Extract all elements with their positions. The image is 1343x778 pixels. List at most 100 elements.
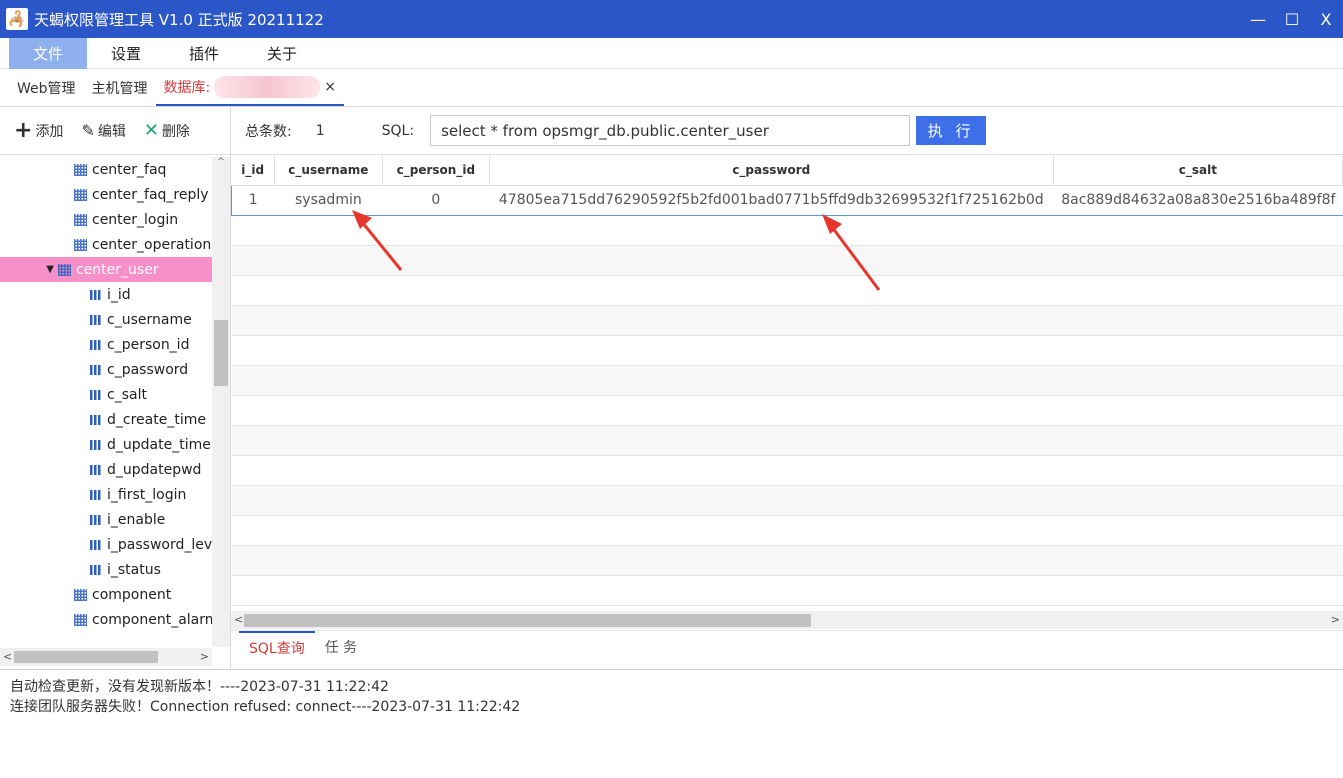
table-cell[interactable]: 1 (231, 184, 275, 216)
sql-label: SQL: (381, 122, 415, 139)
tree-table-node[interactable]: center_faq_reply (0, 182, 212, 207)
tree-column-node[interactable]: c_username (0, 307, 212, 332)
tab-host-management[interactable]: 主机管理 (84, 70, 156, 106)
menu-bar: 文件 设置 插件 关于 (0, 37, 1343, 69)
menu-plugins[interactable]: 插件 (165, 38, 243, 69)
scrollbar-thumb[interactable] (214, 320, 228, 386)
menu-file[interactable]: 文件 (9, 37, 88, 69)
result-table: i_id c_username c_person_id c_password c… (231, 156, 1343, 606)
delete-button[interactable]: ✕ 删除 (144, 120, 190, 141)
table-cell[interactable]: 0 (382, 184, 490, 216)
sql-input[interactable] (430, 115, 911, 146)
table-cell[interactable]: 47805ea715dd76290592f5b2fd001bad0771b5ff… (489, 184, 1054, 216)
menu-settings[interactable]: 设置 (87, 38, 165, 69)
tree-column-node[interactable]: c_password (0, 357, 212, 382)
tree-column-node[interactable]: i_status (0, 557, 212, 582)
scroll-up-arrow-icon[interactable]: ^ (212, 157, 230, 171)
redacted-database-name (214, 76, 321, 98)
close-tab-icon[interactable]: × (324, 79, 336, 95)
tree-table-node-selected[interactable]: ▼ center_user (0, 257, 212, 282)
column-header[interactable]: c_password (489, 156, 1054, 186)
minimize-button[interactable]: — (1241, 0, 1275, 38)
object-explorer: + 添加 ✎ 编辑 ✕ 删除 center_faq center_faq_rep… (0, 107, 231, 669)
grid-horizontal-scrollbar[interactable]: < > (231, 611, 1343, 629)
column-icon (90, 389, 101, 400)
tree-node-label: center_login (92, 211, 179, 228)
table-icon (74, 613, 87, 626)
edit-button[interactable]: ✎ 编辑 (81, 121, 125, 141)
add-button[interactable]: + 添加 (14, 118, 63, 143)
tree-column-node[interactable]: d_create_time (0, 407, 212, 432)
close-window-button[interactable]: X (1309, 0, 1343, 38)
table-icon (74, 588, 87, 601)
tab-sql-query[interactable]: SQL查询 (239, 631, 315, 663)
column-icon (90, 364, 101, 375)
maximize-button[interactable]: ☐ (1275, 0, 1309, 38)
tree-node-label: i_first_login (107, 486, 187, 503)
table-header-row: i_id c_username c_person_id c_password c… (231, 156, 1343, 186)
tree-column-node[interactable]: i_password_level (0, 532, 212, 557)
add-label: 添加 (35, 123, 64, 140)
table-row-empty (231, 485, 1343, 516)
table-icon (74, 238, 87, 251)
scroll-left-arrow-icon[interactable]: < (3, 650, 12, 663)
tree-column-node[interactable]: i_id (0, 282, 212, 307)
tree-column-node[interactable]: i_enable (0, 507, 212, 532)
column-header[interactable]: c_person_id (382, 156, 490, 186)
tab-web-management[interactable]: Web管理 (9, 70, 84, 106)
scorpion-logo-icon: 🦂 (6, 8, 28, 30)
scrollbar-thumb[interactable] (244, 614, 811, 627)
db-tree: center_faq center_faq_reply center_login… (0, 157, 212, 647)
column-icon (90, 339, 101, 350)
tree-table-node[interactable]: component_alarm (0, 607, 212, 632)
scroll-right-arrow-icon[interactable]: > (1331, 613, 1340, 626)
table-cell[interactable]: sysadmin (274, 184, 383, 216)
scroll-right-arrow-icon[interactable]: > (200, 650, 209, 663)
column-icon (90, 439, 101, 450)
total-count-value: 1 (315, 122, 325, 139)
tree-vertical-scrollbar[interactable]: ^ (212, 157, 230, 647)
tree-node-label: d_update_time (107, 436, 211, 453)
query-panel: 总条数: 1 SQL: 执 行 i_id c_username c_person… (231, 107, 1343, 669)
total-count-label: 总条数: (245, 123, 292, 140)
column-icon (90, 464, 101, 475)
tree-column-node[interactable]: i_first_login (0, 482, 212, 507)
tree-column-node[interactable]: c_salt (0, 382, 212, 407)
table-row-empty (231, 515, 1343, 546)
expand-arrow-icon[interactable]: ▼ (2, 264, 58, 275)
bottom-tabs: SQL查询 任 务 (231, 630, 1343, 668)
tree-node-label: i_status (107, 561, 161, 578)
tree-table-node[interactable]: center_operation (0, 232, 212, 257)
column-header[interactable]: c_salt (1053, 156, 1343, 186)
main-tabs: Web管理 主机管理 数据库: × (0, 69, 1343, 107)
table-icon (74, 163, 87, 176)
table-row-empty (231, 425, 1343, 456)
scroll-left-arrow-icon[interactable]: < (234, 613, 243, 626)
tree-column-node[interactable]: d_update_time (0, 432, 212, 457)
table-row-selected[interactable]: 1 sysadmin 0 47805ea715dd76290592f5b2fd0… (231, 184, 1343, 216)
tree-column-node[interactable]: d_updatepwd (0, 457, 212, 482)
edit-label: 编辑 (97, 123, 126, 140)
table-icon (74, 188, 87, 201)
table-icon (74, 213, 87, 226)
table-row-empty (231, 305, 1343, 336)
tree-horizontal-scrollbar[interactable]: < > (0, 648, 212, 666)
table-cell[interactable]: 8ac889d84632a08a830e2516ba489f8f (1053, 184, 1343, 216)
tree-node-label: center_operation (92, 236, 212, 253)
tab-database[interactable]: 数据库: × (155, 70, 344, 106)
tree-table-node[interactable]: center_faq (0, 157, 212, 182)
table-row-empty (231, 215, 1343, 246)
tree-table-node[interactable]: center_login (0, 207, 212, 232)
tree-node-label: center_faq_reply (92, 186, 209, 203)
column-header[interactable]: c_username (274, 156, 383, 186)
tree-table-node[interactable]: component (0, 582, 212, 607)
table-row-empty (231, 545, 1343, 576)
tree-node-label: component_alarm (92, 611, 212, 628)
execute-button[interactable]: 执 行 (916, 116, 987, 145)
column-header[interactable]: i_id (231, 156, 275, 186)
menu-about[interactable]: 关于 (243, 38, 321, 69)
tree-column-node[interactable]: c_person_id (0, 332, 212, 357)
scrollbar-thumb[interactable] (14, 651, 158, 663)
column-icon (90, 514, 101, 525)
tab-tasks[interactable]: 任 务 (315, 631, 367, 663)
